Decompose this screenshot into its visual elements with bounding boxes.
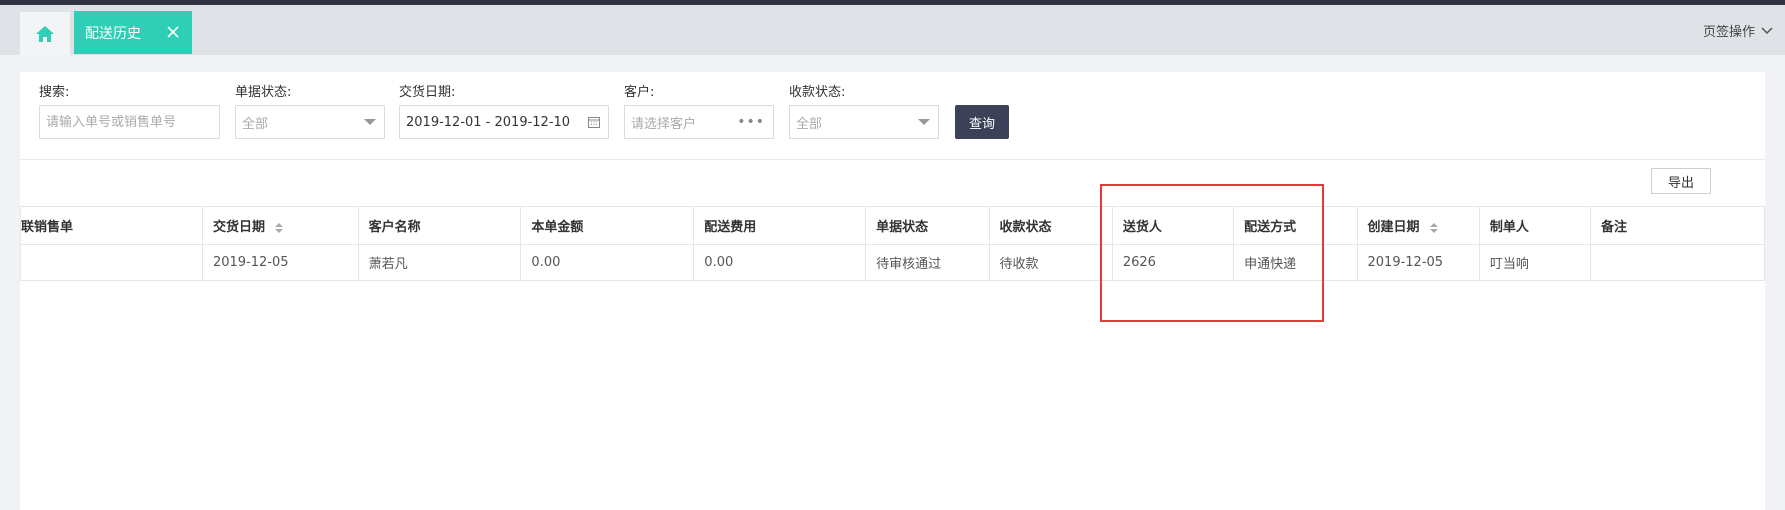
col-payment-status: 收款状态 xyxy=(988,206,1113,245)
search-field[interactable] xyxy=(39,105,220,139)
payment-status-value: 全部 xyxy=(796,116,823,132)
cell-delivery-method: 申通快递 xyxy=(1233,244,1358,281)
search-input[interactable] xyxy=(46,114,219,130)
col-creator: 制单人 xyxy=(1478,206,1592,245)
query-button[interactable]: 查询 xyxy=(955,105,1009,139)
payment-status-select[interactable]: 全部 xyxy=(789,105,939,139)
cell-doc-status: 待审核通过 xyxy=(865,244,990,281)
col-created-date[interactable]: 创建日期 xyxy=(1356,206,1480,245)
delivery-date-value: 2019-12-01 - 2019-12-10 xyxy=(406,114,571,130)
cell-order-amount: 0.00 xyxy=(520,244,695,281)
more-icon[interactable]: ••• xyxy=(737,114,765,130)
delivery-date-label: 交货日期: xyxy=(399,85,456,100)
col-order-amount: 本单金额 xyxy=(520,206,695,245)
caret-down-icon xyxy=(364,119,376,125)
col-deliverer: 送货人 xyxy=(1111,206,1235,245)
delivery-date-range[interactable]: 2019-12-01 - 2019-12-10 xyxy=(399,105,609,139)
tab-operations-label: 页签操作 xyxy=(1702,25,1755,40)
cell-delivery-fee: 0.00 xyxy=(693,244,867,281)
cell-delivery-date: 2019-12-05 xyxy=(201,244,359,281)
col-delivery-date-label: 交货日期 xyxy=(212,220,265,235)
close-icon[interactable] xyxy=(164,23,182,41)
cell-remarks xyxy=(1590,244,1765,281)
col-remarks: 备注 xyxy=(1590,206,1765,245)
tab-bar: 配送历史 页签操作 xyxy=(0,5,1785,55)
export-button[interactable]: 导出 xyxy=(1651,168,1711,194)
col-doc-status: 单据状态 xyxy=(865,206,990,245)
payment-status-label: 收款状态: xyxy=(789,85,846,100)
cell-linked-sales-order xyxy=(20,244,203,281)
cell-payment-status: 待收款 xyxy=(988,244,1113,281)
cell-created-date: 2019-12-05 xyxy=(1356,244,1480,281)
customer-placeholder: 请选择客户 xyxy=(631,116,697,132)
tab-operations-menu[interactable]: 页签操作 xyxy=(1703,21,1773,40)
main-panel: 搜索: 单据状态: 全部 交货日期: 2019-12-01 - 2019-12-… xyxy=(20,72,1765,510)
cell-creator: 叮当响 xyxy=(1478,244,1592,281)
filter-bar: 搜索: 单据状态: 全部 交货日期: 2019-12-01 - 2019-12-… xyxy=(20,72,1765,160)
col-delivery-method: 配送方式 xyxy=(1233,206,1358,245)
sort-icon[interactable] xyxy=(274,222,283,233)
cell-deliverer: 2626 xyxy=(1111,244,1235,281)
home-icon xyxy=(36,25,54,42)
customer-label: 客户: xyxy=(624,85,655,100)
tab-label: 配送历史 xyxy=(85,25,141,42)
caret-down-icon xyxy=(918,119,930,125)
tab-delivery-history[interactable]: 配送历史 xyxy=(74,11,192,54)
col-delivery-fee: 配送费用 xyxy=(693,206,867,245)
col-delivery-date[interactable]: 交货日期 xyxy=(201,206,359,245)
doc-status-label: 单据状态: xyxy=(235,85,292,100)
doc-status-select[interactable]: 全部 xyxy=(235,105,385,139)
chevron-down-icon xyxy=(1761,26,1773,34)
table-row[interactable]: 2019-12-05 萧若凡 0.00 0.00 待审核通过 待收款 2626 … xyxy=(20,244,1765,281)
home-tab[interactable] xyxy=(20,12,70,55)
col-customer-name: 客户名称 xyxy=(357,206,522,245)
delivery-table: 联销售单 交货日期 客户名称 本单金额 配送费用 单据状态 收款状态 送货人 配… xyxy=(20,206,1765,281)
col-created-date-label: 创建日期 xyxy=(1367,220,1420,235)
doc-status-value: 全部 xyxy=(242,116,269,132)
col-linked-sales-order: 联销售单 xyxy=(20,206,203,245)
search-label: 搜索: xyxy=(39,85,70,100)
cell-customer-name: 萧若凡 xyxy=(357,244,522,281)
calendar-icon xyxy=(588,117,600,128)
sort-icon[interactable] xyxy=(1429,222,1438,233)
customer-field[interactable]: 请选择客户 ••• xyxy=(624,105,774,139)
table-header-row: 联销售单 交货日期 客户名称 本单金额 配送费用 单据状态 收款状态 送货人 配… xyxy=(20,206,1765,245)
